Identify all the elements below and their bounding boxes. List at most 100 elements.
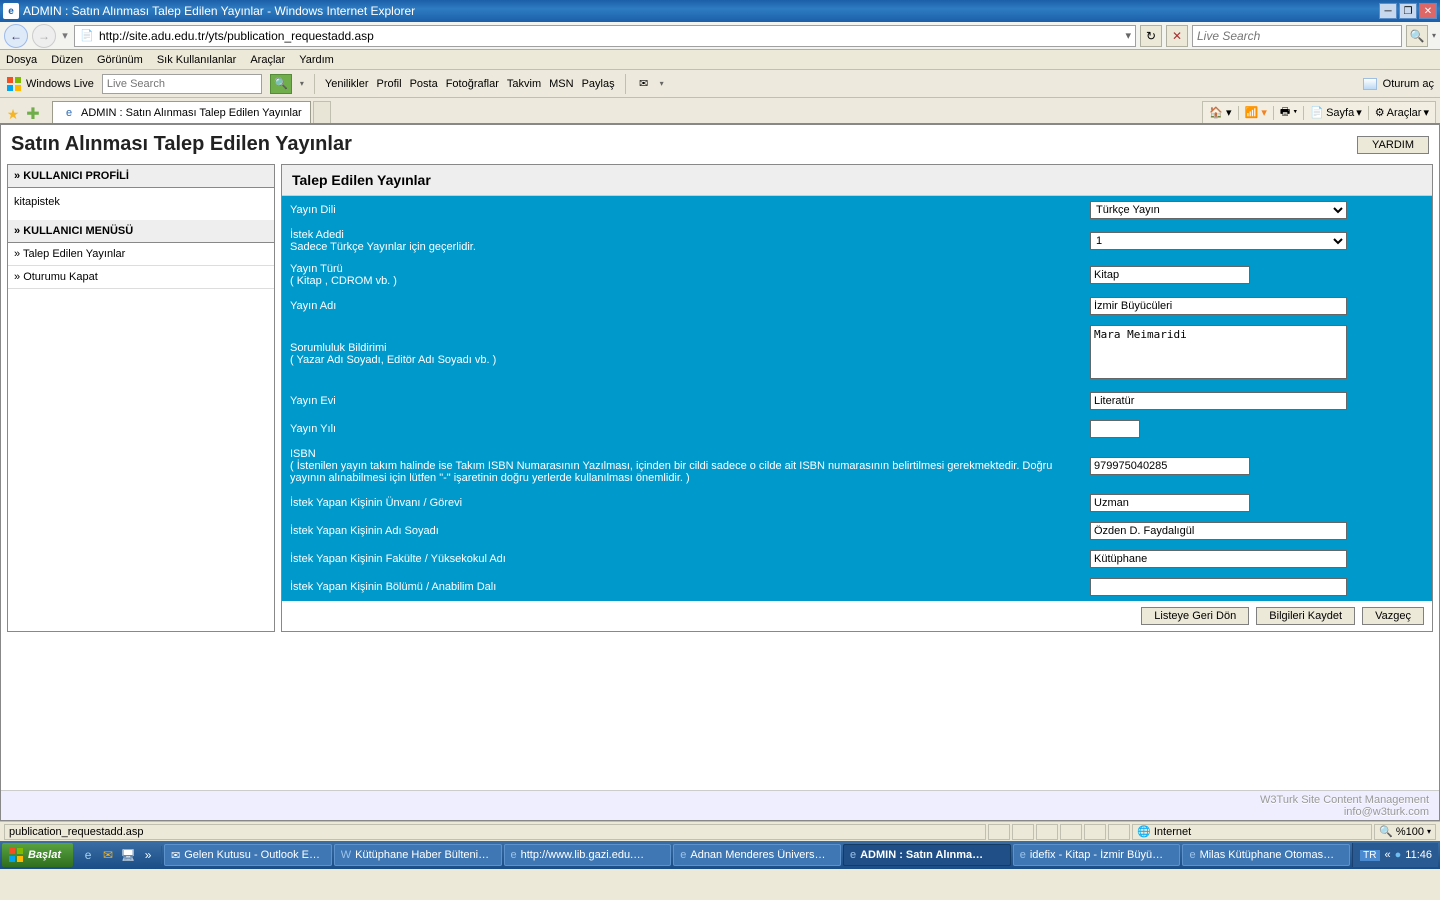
cancel-button[interactable]: Vazgeç [1362, 607, 1424, 625]
lang-label: Yayın Dili [282, 196, 1082, 224]
home-button[interactable]: 🏠 ▾ [1209, 106, 1231, 119]
restore-button[interactable]: ❐ [1399, 3, 1417, 19]
wl-photos[interactable]: Fotoğraflar [446, 78, 499, 90]
wl-news[interactable]: Yenilikler [325, 78, 369, 90]
status-zoom[interactable]: 🔍%100 ▾ [1374, 824, 1436, 840]
panel-header: Talep Edilen Yayınlar [282, 165, 1432, 196]
add-favorite-icon[interactable]: ✚ [24, 105, 42, 123]
refresh-button[interactable]: ↻ [1140, 25, 1162, 47]
url-input[interactable] [99, 29, 1121, 43]
search-dropdown-icon[interactable]: ▾ [1432, 31, 1436, 40]
stop-button[interactable]: ✕ [1166, 25, 1188, 47]
resp-textarea[interactable]: Mara Meimaridi [1090, 325, 1347, 379]
wl-search-dropdown[interactable]: ▾ [300, 79, 304, 88]
minimize-button[interactable]: ─ [1379, 3, 1397, 19]
wl-share[interactable]: Paylaş [582, 78, 615, 90]
start-button[interactable]: Başlat [2, 843, 73, 867]
clock[interactable]: 11:46 [1405, 849, 1432, 861]
isbn-input[interactable] [1090, 457, 1250, 475]
print-button[interactable]: 🖶 ▾ [1280, 103, 1298, 122]
status-bar: publication_requestadd.asp 🌐Internet 🔍%1… [0, 821, 1440, 841]
wl-mail[interactable]: Posta [410, 78, 438, 90]
qty-select[interactable]: 1 [1090, 232, 1347, 250]
close-window-button[interactable]: ✕ [1419, 3, 1437, 19]
task-ie2[interactable]: eAdnan Menderes Ünivers… [673, 844, 841, 866]
wl-search-go[interactable]: 🔍 [270, 74, 292, 94]
task-word[interactable]: WKütüphane Haber Bülteni… [334, 844, 502, 866]
new-tab-button[interactable] [313, 101, 331, 123]
task-ie5[interactable]: eMilas Kütüphane Otomas… [1182, 844, 1350, 866]
address-bar[interactable]: 📄 ▾ [74, 25, 1136, 47]
search-input[interactable] [1197, 29, 1397, 43]
wl-signin[interactable]: Oturum aç [1383, 78, 1434, 90]
wl-email-icon[interactable]: ✉ [636, 76, 652, 92]
windows-live-label: Windows Live [26, 78, 94, 90]
reqdept-input[interactable] [1090, 578, 1347, 596]
wl-profile[interactable]: Profil [377, 78, 402, 90]
footer-brand: W3Turk Site Content Management [1260, 794, 1429, 806]
reqname-input[interactable] [1090, 522, 1347, 540]
reqfac-label: İstek Yapan Kişinin Fakülte / Yüksekokul… [282, 545, 1082, 573]
tray-icon-1[interactable]: ● [1395, 849, 1402, 861]
reqfac-input[interactable] [1090, 550, 1347, 568]
resp-label: Sorumluluk Bildirimi( Yazar Adı Soyadı, … [282, 320, 1082, 387]
wl-msn[interactable]: MSN [549, 78, 573, 90]
back-button[interactable]: ← [4, 24, 28, 48]
back-to-list-button[interactable]: Listeye Geri Dön [1141, 607, 1249, 625]
menu-bar: Dosya Düzen Görünüm Sık Kullanılanlar Ar… [0, 50, 1440, 70]
ql-outlook-icon[interactable]: ✉ [99, 846, 117, 864]
feed-button[interactable]: 📶 ▾ [1245, 106, 1267, 119]
sidebar-item-logout[interactable]: Oturumu Kapat [8, 266, 274, 289]
help-button[interactable]: YARDIM [1357, 136, 1429, 154]
title-input[interactable] [1090, 297, 1347, 315]
pub-input[interactable] [1090, 392, 1347, 410]
main-panel: Talep Edilen Yayınlar Yayın Dili Türkçe … [281, 164, 1433, 632]
reqname-label: İstek Yapan Kişinin Adı Soyadı [282, 517, 1082, 545]
tray-expand-icon[interactable]: « [1385, 849, 1391, 861]
search-bar[interactable] [1192, 25, 1402, 47]
task-ie3-active[interactable]: eADMIN : Satın Alınma… [843, 844, 1011, 866]
addr-dropdown-icon[interactable]: ▾ [1125, 29, 1131, 42]
wl-search-box[interactable] [102, 74, 262, 94]
task-ie4[interactable]: eidefix - Kitap - İzmir Büyü… [1013, 844, 1181, 866]
pub-label: Yayın Evi [282, 387, 1082, 415]
task-buttons: ✉Gelen Kutusu - Outlook E… WKütüphane Ha… [164, 844, 1350, 866]
reqdept-label: İstek Yapan Kişinin Bölümü / Anabilim Da… [282, 573, 1082, 601]
ql-expand-icon[interactable]: » [139, 846, 157, 864]
reqtitle-label: İstek Yapan Kişinin Ünvanı / Görevi [282, 489, 1082, 517]
current-tab[interactable]: e ADMIN : Satın Alınması Talep Edilen Ya… [52, 101, 311, 123]
menu-edit[interactable]: Düzen [51, 54, 83, 66]
windows-live-toolbar: Windows Live 🔍 ▾ Yenilikler Profil Posta… [0, 70, 1440, 98]
tools-menu[interactable]: ⚙ Araçlar ▾ [1375, 106, 1429, 119]
sidebar-item-requests[interactable]: Talep Edilen Yayınlar [8, 243, 274, 266]
task-outlook[interactable]: ✉Gelen Kutusu - Outlook E… [164, 844, 332, 866]
ql-desktop-icon[interactable]: 🖥 [119, 846, 137, 864]
ie-icon: e [1189, 849, 1195, 861]
lang-indicator[interactable]: TR [1359, 849, 1380, 862]
menu-help[interactable]: Yardım [299, 54, 334, 66]
reqtitle-input[interactable] [1090, 494, 1250, 512]
page-icon: 📄 [79, 28, 95, 44]
forward-button[interactable]: → [32, 24, 56, 48]
menu-view[interactable]: Görünüm [97, 54, 143, 66]
ql-ie-icon[interactable]: e [79, 846, 97, 864]
menu-file[interactable]: Dosya [6, 54, 37, 66]
page-title: Satın Alınması Talep Edilen Yayınlar [11, 133, 352, 156]
save-button[interactable]: Bilgileri Kaydet [1256, 607, 1355, 625]
wl-search-input[interactable] [107, 78, 257, 90]
page-menu[interactable]: 📄 Sayfa ▾ [1310, 106, 1361, 119]
task-ie1[interactable]: ehttp://www.lib.gazi.edu.… [504, 844, 672, 866]
search-go-button[interactable]: 🔍 [1406, 25, 1428, 47]
year-input[interactable] [1090, 420, 1140, 438]
tab-strip: ★ ✚ e ADMIN : Satın Alınması Talep Edile… [0, 98, 1440, 124]
ie-icon: e [680, 849, 686, 861]
menu-favorites[interactable]: Sık Kullanılanlar [157, 54, 237, 66]
type-input[interactable] [1090, 266, 1250, 284]
button-row: Listeye Geri Dön Bilgileri Kaydet Vazgeç [282, 601, 1432, 631]
menu-tools[interactable]: Araçlar [250, 54, 285, 66]
favorites-star-icon[interactable]: ★ [4, 105, 22, 123]
nav-dropdown-icon[interactable]: ▾ [60, 29, 70, 42]
wl-window-icon[interactable] [1363, 78, 1377, 90]
lang-select[interactable]: Türkçe Yayın [1090, 201, 1347, 219]
wl-calendar[interactable]: Takvim [507, 78, 541, 90]
